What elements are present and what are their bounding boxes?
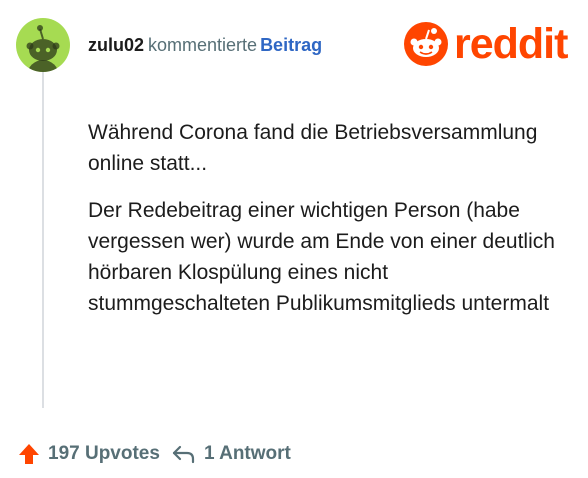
comment-header: zulu02 kommentierte Beitrag [88, 35, 322, 56]
snoo-avatar-icon [26, 25, 60, 72]
comment-body: Während Corona fand die Betriebsversamml… [88, 117, 558, 335]
username[interactable]: zulu02 [88, 35, 144, 55]
reddit-logo[interactable]: reddit [404, 19, 568, 68]
reply-count[interactable]: 1 Antwort [204, 443, 291, 465]
upvote-count: 197 Upvotes [48, 443, 160, 464]
reply-button[interactable] [172, 444, 196, 464]
comment-paragraph: Der Redebeitrag einer wichtigen Person (… [88, 199, 555, 315]
action-text: kommentierte [148, 35, 258, 55]
post-link[interactable]: Beitrag [260, 35, 322, 55]
snoo-logo-icon [404, 22, 448, 66]
thread-line [42, 68, 44, 408]
comment-paragraph: Während Corona fand die Betriebsversamml… [88, 121, 538, 175]
reply-arrow-icon [172, 445, 195, 464]
avatar[interactable] [16, 18, 70, 72]
logo-wordmark: reddit [454, 19, 568, 68]
upvote-arrow-icon[interactable] [18, 443, 40, 465]
comment-footer: 197 Upvotes 1 Antwort [18, 443, 291, 465]
